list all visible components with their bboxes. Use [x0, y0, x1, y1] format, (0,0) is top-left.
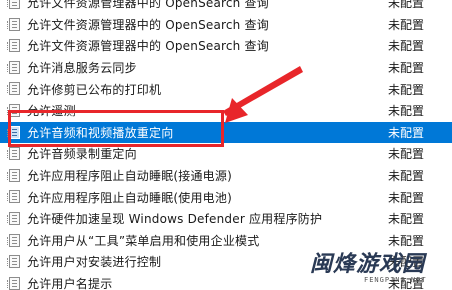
watermark-url: FENGPING.NET: [364, 276, 427, 284]
watermark-logo-text: 闽烽游戏园: [310, 252, 426, 277]
watermark: 闽烽游戏园 FENGPING.NET: [300, 246, 450, 290]
